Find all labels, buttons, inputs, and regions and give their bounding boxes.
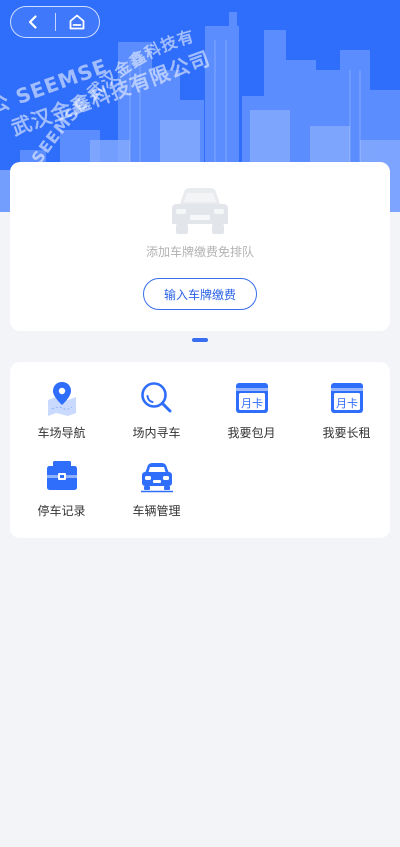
card-badge: 月卡 bbox=[241, 397, 263, 410]
back-button[interactable] bbox=[11, 7, 55, 37]
menu-item-parking-navigation[interactable]: 车场导航 bbox=[14, 380, 109, 444]
nav-capsule bbox=[10, 6, 100, 38]
menu-item-long-term-rental[interactable]: 月卡 我要长租 bbox=[299, 380, 394, 444]
menu-item-label: 我要包月 bbox=[227, 426, 276, 440]
car-placeholder-icon bbox=[172, 188, 228, 234]
card-badge: 月卡 bbox=[336, 397, 358, 410]
menu-item-vehicle-management[interactable]: 车辆管理 bbox=[109, 458, 204, 522]
plate-payment-card: 添加车牌缴费免排队 输入车牌缴费 bbox=[10, 162, 390, 331]
menu-item-parking-records[interactable]: 停车记录 bbox=[14, 458, 109, 522]
menu-item-label: 车辆管理 bbox=[132, 504, 181, 518]
car-icon bbox=[141, 463, 173, 493]
plate-hint-text: 添加车牌缴费免排队 bbox=[145, 245, 254, 259]
home-button[interactable] bbox=[55, 7, 99, 37]
home-icon bbox=[69, 14, 85, 30]
page-indicator bbox=[192, 338, 208, 342]
monthly-card-icon: 月卡 bbox=[331, 383, 363, 413]
menu-item-label: 场内寻车 bbox=[132, 426, 181, 440]
menu-item-find-car[interactable]: 场内寻车 bbox=[109, 380, 204, 444]
chevron-left-icon bbox=[28, 15, 37, 29]
menu-item-monthly-pass[interactable]: 月卡 我要包月 bbox=[204, 380, 299, 444]
enter-plate-button[interactable]: 输入车牌缴费 bbox=[143, 278, 257, 310]
menu-item-label: 停车记录 bbox=[37, 504, 86, 518]
map-pin-icon bbox=[48, 382, 76, 416]
menu-item-label: 我要长租 bbox=[322, 426, 371, 440]
search-icon bbox=[141, 382, 172, 413]
briefcase-icon bbox=[47, 461, 77, 490]
menu-item-label: 车场导航 bbox=[37, 426, 86, 440]
service-menu: 车场导航 场内寻车 月卡 我要包月 月卡 我要长租 停车记录 车辆管理 bbox=[10, 362, 390, 538]
monthly-card-icon: 月卡 bbox=[236, 383, 268, 413]
